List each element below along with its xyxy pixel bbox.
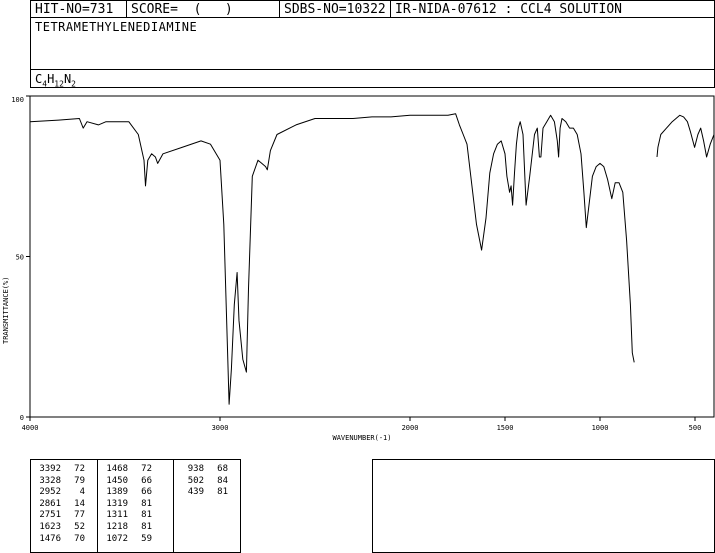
peak-table-column: 3392 72 3328 79 2952 4 2861 14 2751 77 1623 52 1476 7… xyxy=(31,460,98,552)
x-tick-label: 1000 xyxy=(592,424,609,432)
peak-wavenumber: 1311 xyxy=(106,510,128,521)
y-tick-label: 100 xyxy=(11,96,24,104)
peak-transmittance: 4 xyxy=(79,487,85,498)
x-tick-label: 3000 xyxy=(212,424,229,432)
peak-transmittance: 81 xyxy=(141,498,152,509)
peak-table: 3392 72 3328 79 2952 4 2861 14 2751 77 1623 52 1476 7… xyxy=(30,459,241,553)
peak-row: 938 68 xyxy=(178,464,240,476)
peak-transmittance: 14 xyxy=(74,498,85,509)
peak-transmittance: 72 xyxy=(74,464,85,474)
x-tick-label: 1500 xyxy=(497,424,514,432)
peak-row: 1623 52 xyxy=(35,522,97,534)
peak-row: 439 81 xyxy=(178,487,240,499)
y-tick-label: 0 xyxy=(20,414,24,422)
peak-transmittance: 79 xyxy=(74,475,85,486)
peak-wavenumber: 1476 xyxy=(39,533,61,544)
y-axis-label: TRANSMITTANCE(%) xyxy=(2,277,10,344)
y-axis-ticks: 0 50 100 xyxy=(11,95,30,422)
peak-transmittance: 72 xyxy=(141,464,152,474)
peak-table-column: 1468 72 1450 66 1389 66 1319 81 1311 81 1218 81 1072… xyxy=(98,460,174,552)
peak-transmittance: 84 xyxy=(217,475,228,486)
peak-row: 1389 66 xyxy=(102,487,173,499)
peak-row: 1468 72 xyxy=(102,464,173,476)
peak-row: 2751 77 xyxy=(35,510,97,522)
peak-transmittance: 52 xyxy=(74,521,85,532)
peak-wavenumber: 938 xyxy=(187,464,204,474)
structure-box xyxy=(372,459,715,553)
peak-wavenumber: 1389 xyxy=(106,487,128,498)
peak-wavenumber: 1072 xyxy=(106,533,128,544)
peak-row: 502 84 xyxy=(178,476,240,488)
peak-transmittance: 68 xyxy=(217,464,228,474)
x-tick-label: 4000 xyxy=(22,424,39,432)
compound-name: TETRAMETHYLENEDIAMINE xyxy=(35,20,198,34)
peak-transmittance: 59 xyxy=(141,533,152,544)
peak-transmittance: 81 xyxy=(217,487,228,498)
peak-row: 3392 72 xyxy=(35,464,97,476)
peak-wavenumber: 2861 xyxy=(39,498,61,509)
x-axis-ticks: 4000 3000 2000 1500 1000 500 xyxy=(22,417,702,432)
peak-wavenumber: 2952 xyxy=(39,487,61,498)
peak-table-column: 938 68 502 84 439 81 xyxy=(174,460,240,552)
peak-transmittance: 81 xyxy=(141,510,152,521)
peak-wavenumber: 1319 xyxy=(106,498,128,509)
spectrum-line xyxy=(656,114,715,158)
peak-wavenumber: 439 xyxy=(187,487,204,498)
sdbs-number: SDBS-NO=10322 xyxy=(280,1,391,17)
peak-transmittance: 77 xyxy=(74,510,85,521)
peak-wavenumber: 502 xyxy=(187,475,204,486)
x-axis-label: WAVENUMBER(-1) xyxy=(332,434,391,442)
peak-row: 1476 70 xyxy=(35,534,97,546)
peak-transmittance: 70 xyxy=(74,533,85,544)
peak-wavenumber: 3392 xyxy=(39,464,61,474)
peak-wavenumber: 3328 xyxy=(39,475,61,486)
molecular-formula: C4H12N2 xyxy=(35,72,76,89)
ir-spectrum-id: IR-NIDA-07612 : CCL4 SOLUTION xyxy=(395,2,622,17)
y-tick-label: 50 xyxy=(16,254,24,262)
peak-row: 3328 79 xyxy=(35,476,97,488)
peak-transmittance: 66 xyxy=(141,487,152,498)
peak-row: 2952 4 xyxy=(35,487,97,499)
hit-number: HIT-NO=731 xyxy=(31,1,127,17)
compound-name-box: TETRAMETHYLENEDIAMINE xyxy=(30,17,715,70)
peak-row: 1072 59 xyxy=(102,534,173,546)
peak-row: 1311 81 xyxy=(102,510,173,522)
peak-wavenumber: 1218 xyxy=(106,521,128,532)
peak-row: 2861 14 xyxy=(35,499,97,511)
peak-wavenumber: 1450 xyxy=(106,475,128,486)
peak-row: 1319 81 xyxy=(102,499,173,511)
header-bar: HIT-NO=731 SCORE= ( ) SDBS-NO=10322 IR-N… xyxy=(30,0,715,18)
peak-wavenumber: 1623 xyxy=(39,521,61,532)
spectrum-line xyxy=(29,113,635,405)
plot-frame xyxy=(29,95,715,418)
peak-wavenumber: 2751 xyxy=(39,510,61,521)
peak-transmittance: 66 xyxy=(141,475,152,486)
peak-transmittance: 81 xyxy=(141,521,152,532)
x-tick-label: 500 xyxy=(689,424,702,432)
peak-wavenumber: 1468 xyxy=(106,464,128,474)
x-tick-label: 2000 xyxy=(402,424,419,432)
score: SCORE= ( ) xyxy=(127,1,280,17)
formula-box: C4H12N2 xyxy=(30,69,715,88)
ir-spectrum-chart: 0 50 100 4000 3000 2000 1500 1000 500 TRANSMITT… xyxy=(2,95,715,442)
peak-row: 1218 81 xyxy=(102,522,173,534)
peak-row: 1450 66 xyxy=(102,476,173,488)
spectrum-series xyxy=(29,113,715,405)
